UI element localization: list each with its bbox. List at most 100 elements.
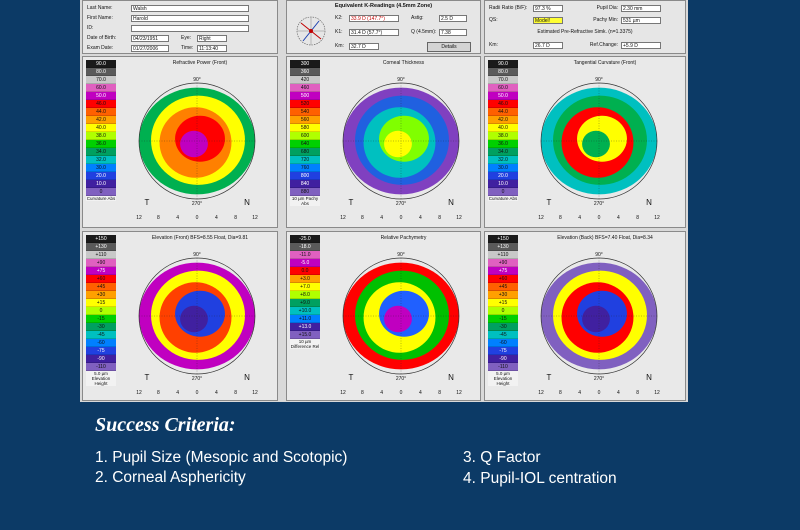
axis-tick-label: 12 (136, 215, 142, 221)
scale-cell: 34.0 (488, 148, 518, 156)
scale-unit: 10 µm Difference Rel (290, 339, 320, 349)
map-contour (384, 130, 412, 158)
axis-tick-label: 4 (578, 390, 581, 396)
k2-value: 33.9 D (147.7°) (349, 14, 399, 22)
map-panel-elevation-back[interactable]: Elevation (Back) BFS=7.40 Float, Dia=8.3… (484, 231, 686, 401)
astig-value: 2.5 D (439, 14, 467, 22)
time-field[interactable]: 11:13:40 (197, 44, 227, 52)
map-title: Relative Pachymetry (380, 235, 427, 241)
axis-tick-label: 8 (636, 215, 639, 221)
topography-map[interactable]: 90° 270° T N 12 8 4 0 4 8 12 (117, 244, 277, 400)
scale-cell: +130 (86, 243, 116, 251)
map-panel-elevation-front[interactable]: Elevation (Front) BFS=8.55 Float, Dia=9.… (82, 231, 278, 401)
map-panel-tangential-curvature[interactable]: Tangential Curvature (Front) 90.0 80.0 70.… (484, 56, 686, 228)
axis-compass-icon (296, 16, 326, 46)
patient-info-panel: Last Name: Walsh First Name: Harold ID: Da… (82, 0, 278, 54)
map-panel-relative-pachymetry[interactable]: Relative Pachymetry -25.0 -18.0 -11.0 -5.0 0… (286, 231, 481, 401)
map-panel-refractive-power[interactable]: Refractive Power (Front) 90.0 80.0 70.0 60.… (82, 56, 278, 228)
scale-cell: +150 (86, 235, 116, 243)
scale-cell: +15 (86, 299, 116, 307)
map-title: Elevation (Front) BFS=8.55 Float, Dia=9.… (151, 235, 249, 241)
axis-tick-label: 8 (559, 215, 562, 221)
scale-cell: 90.0 (86, 60, 116, 68)
id-field[interactable] (131, 24, 249, 32)
scale-cell: -60 (86, 339, 116, 347)
scale-cell: 420 (290, 76, 320, 84)
map-title: Corneal Thickness (382, 60, 425, 66)
radii-ratio-label: Radii Ratio (B/F): (489, 5, 528, 11)
scale-cell: 38.0 (488, 132, 518, 140)
map-panel-corneal-thickness[interactable]: Corneal Thickness 300 360 420 460 500 520 540 5… (286, 56, 481, 228)
scale-unit: 5.0 µm Elevation Height (86, 371, 116, 386)
exam-date-label: Exam Date: (87, 45, 114, 51)
map-contour (582, 130, 610, 158)
axis-tick-label: 8 (234, 390, 237, 396)
pupil-dia-label: Pupil Dia: (596, 5, 618, 11)
axis-tick-label: 8 (157, 215, 160, 221)
first-name-field[interactable]: Harold (131, 14, 249, 22)
scale-cell: 50.0 (86, 92, 116, 100)
topography-map[interactable]: 90° 270° T N 12 8 4 0 4 8 12 (321, 69, 481, 225)
topography-map[interactable]: 90° 270° T N 12 8 4 0 4 8 12 (519, 244, 679, 400)
axis-tick-label: 12 (340, 390, 346, 396)
k-readings-panel: Equivalent K-Readings (4.5mm Zone) K2: 33… (286, 0, 481, 54)
scale-cell: 540 (290, 108, 320, 116)
scale-cell: -60 (488, 339, 518, 347)
temporal-label: T (547, 373, 552, 382)
map-title: Elevation (Back) BFS=7.40 Float, Dia=8.3… (557, 235, 653, 241)
scale-cell: 44.0 (488, 108, 518, 116)
scale-cell: 360 (290, 68, 320, 76)
scale-cell: +110 (488, 251, 518, 259)
topography-map[interactable]: 90° 270° T N 12 8 4 0 4 8 12 (117, 69, 277, 225)
scale-cell: -45 (488, 331, 518, 339)
details-button[interactable]: Details (427, 42, 471, 52)
scale-cell: 580 (290, 124, 320, 132)
axis-tick-label: 0 (196, 215, 199, 221)
k-readings-title: Equivalent K-Readings (4.5mm Zone) (334, 3, 433, 9)
topography-map[interactable]: 90° 270° T N 12 8 4 0 4 8 12 (321, 244, 481, 400)
exam-date-field[interactable]: 01/27/2006 (131, 44, 169, 52)
scale-cell: 50.0 (488, 92, 518, 100)
axis-tick-label: 12 (252, 390, 258, 396)
axis-tick-label: 12 (340, 215, 346, 221)
axis-tick-label: 0 (598, 390, 601, 396)
axis-tick-label: 4 (380, 215, 383, 221)
dob-field[interactable]: 04/23/1951 (131, 34, 169, 42)
axis-tick-label: 4 (380, 390, 383, 396)
scale-cell: 0 (86, 188, 116, 196)
angle-label-top: 90° (595, 252, 603, 258)
scale-cell: 40.0 (86, 124, 116, 132)
eye-field[interactable]: Right (197, 34, 227, 42)
pachy-min-value: 531 µm (621, 16, 661, 24)
km-value: 32.7 D (349, 42, 379, 50)
criteria-item: 2. Corneal Asphericity (95, 469, 246, 486)
topography-map[interactable]: 90° 270° T N 12 8 4 0 4 8 12 (519, 69, 679, 225)
color-scale: 90.0 80.0 70.0 60.0 50.0 46.0 44.0 42.0 40.0 38.0… (488, 60, 518, 201)
axis-tick-label: 8 (361, 215, 364, 221)
ref-change-label: Ref.Change: (589, 42, 618, 48)
axis-tick-label: 12 (654, 390, 660, 396)
last-name-field[interactable]: Walsh (131, 4, 249, 12)
scale-cell: 42.0 (488, 116, 518, 124)
pentacam-screenshot: Last Name: Walsh First Name: Harold ID: Da… (80, 0, 688, 402)
eye-label: Eye: (181, 35, 192, 41)
map-contour (582, 305, 610, 333)
qs-value: Model! (533, 16, 563, 24)
map-title: Refractive Power (Front) (172, 60, 228, 66)
scale-cell: +9.0 (290, 299, 320, 307)
est-km-label: Km: (489, 42, 498, 48)
scale-cell: +15.0 (290, 331, 320, 339)
scale-cell: 46.0 (86, 100, 116, 108)
scale-cell: +30 (86, 291, 116, 299)
scale-cell: -18.0 (290, 243, 320, 251)
axis-tick-label: 8 (438, 390, 441, 396)
scale-cell: 36.0 (86, 140, 116, 148)
scale-cell: 500 (290, 92, 320, 100)
axis-tick-label: 0 (598, 215, 601, 221)
scale-cell: 720 (290, 156, 320, 164)
axis-tick-label: 8 (234, 215, 237, 221)
axis-tick-label: 4 (578, 215, 581, 221)
scale-cell: +130 (488, 243, 518, 251)
scale-cell: 34.0 (86, 148, 116, 156)
success-criteria-title: Success Criteria: (95, 414, 236, 436)
